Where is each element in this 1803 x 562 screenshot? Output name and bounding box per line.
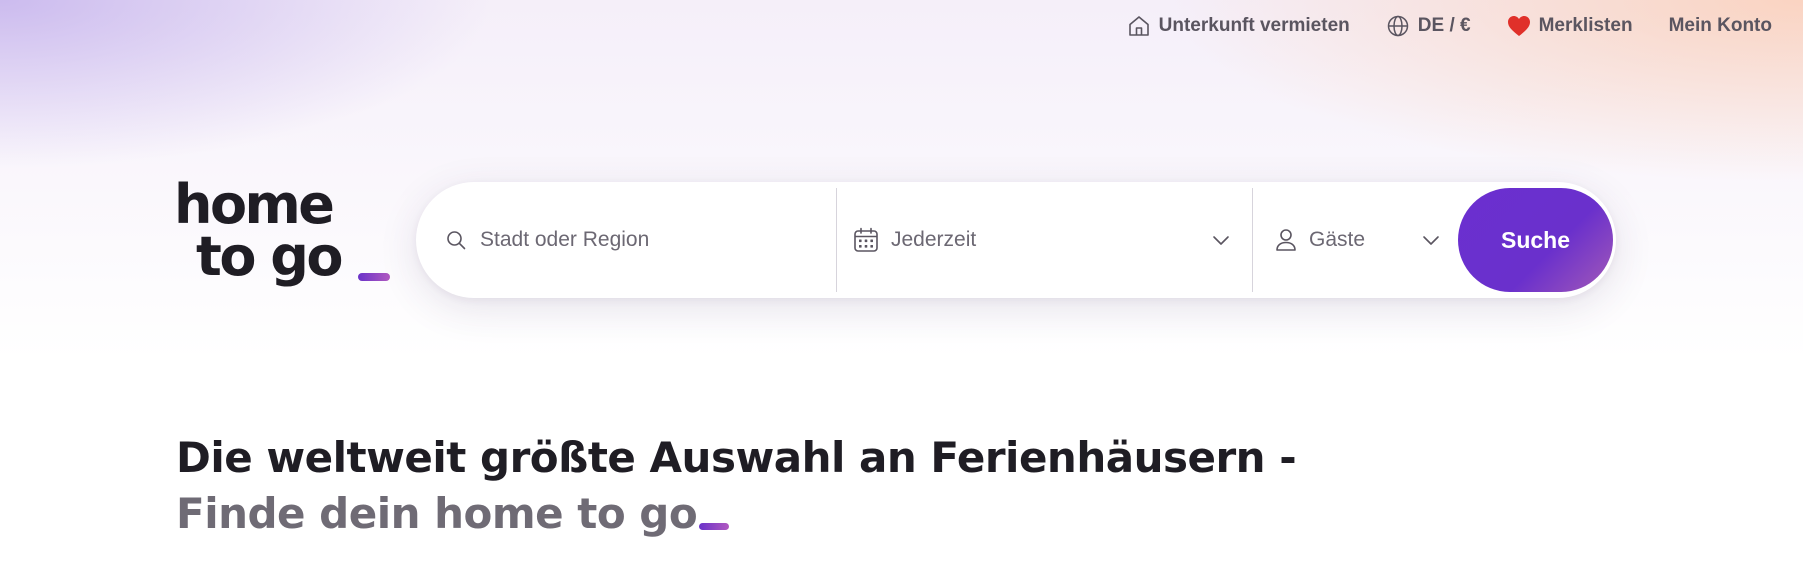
account-label: Mein Konto [1668,15,1772,36]
wishlists-label: Merklisten [1538,15,1633,36]
calendar-icon [853,227,879,253]
search-bar: Jederzeit Gäste Suche [416,182,1616,298]
search-button[interactable]: Suche [1458,188,1613,292]
date-selector-label: Jederzeit [891,228,977,251]
chevron-down-icon [1422,232,1440,248]
locale-label: DE / € [1417,15,1471,36]
top-navigation: Unterkunft vermieten DE / € Merklisten M… [1091,10,1772,42]
destination-field[interactable] [416,188,836,292]
headline-underscore-bar [699,523,730,530]
logo-line-1: home [174,173,335,236]
guests-selector-label: Gäste [1309,228,1366,251]
page-headline: Die weltweit größte Auswahl an Ferienhäu… [176,430,1297,542]
account-link[interactable]: Mein Konto [1669,15,1772,37]
house-icon [1127,14,1151,38]
heart-icon [1507,15,1531,37]
destination-input[interactable] [478,227,812,253]
logo-line-2: to go [196,225,343,288]
list-property-link[interactable]: Unterkunft vermieten [1127,14,1350,38]
locale-selector[interactable]: DE / € [1386,14,1471,38]
globe-icon [1386,14,1410,38]
chevron-down-icon [1212,232,1230,248]
person-icon [1275,228,1297,252]
hometogo-logo[interactable]: home to go [174,178,394,303]
headline-line-1: Die weltweit größte Auswahl an Ferienhäu… [176,433,1297,482]
logo-underscore-bar [358,273,390,281]
list-property-label: Unterkunft vermieten [1158,15,1350,36]
guests-selector[interactable]: Gäste [1252,188,1454,292]
date-selector[interactable]: Jederzeit [836,188,1252,292]
search-icon [446,230,466,250]
headline-line-2: Finde dein home to go [176,489,698,538]
wishlists-link[interactable]: Merklisten [1507,15,1633,37]
